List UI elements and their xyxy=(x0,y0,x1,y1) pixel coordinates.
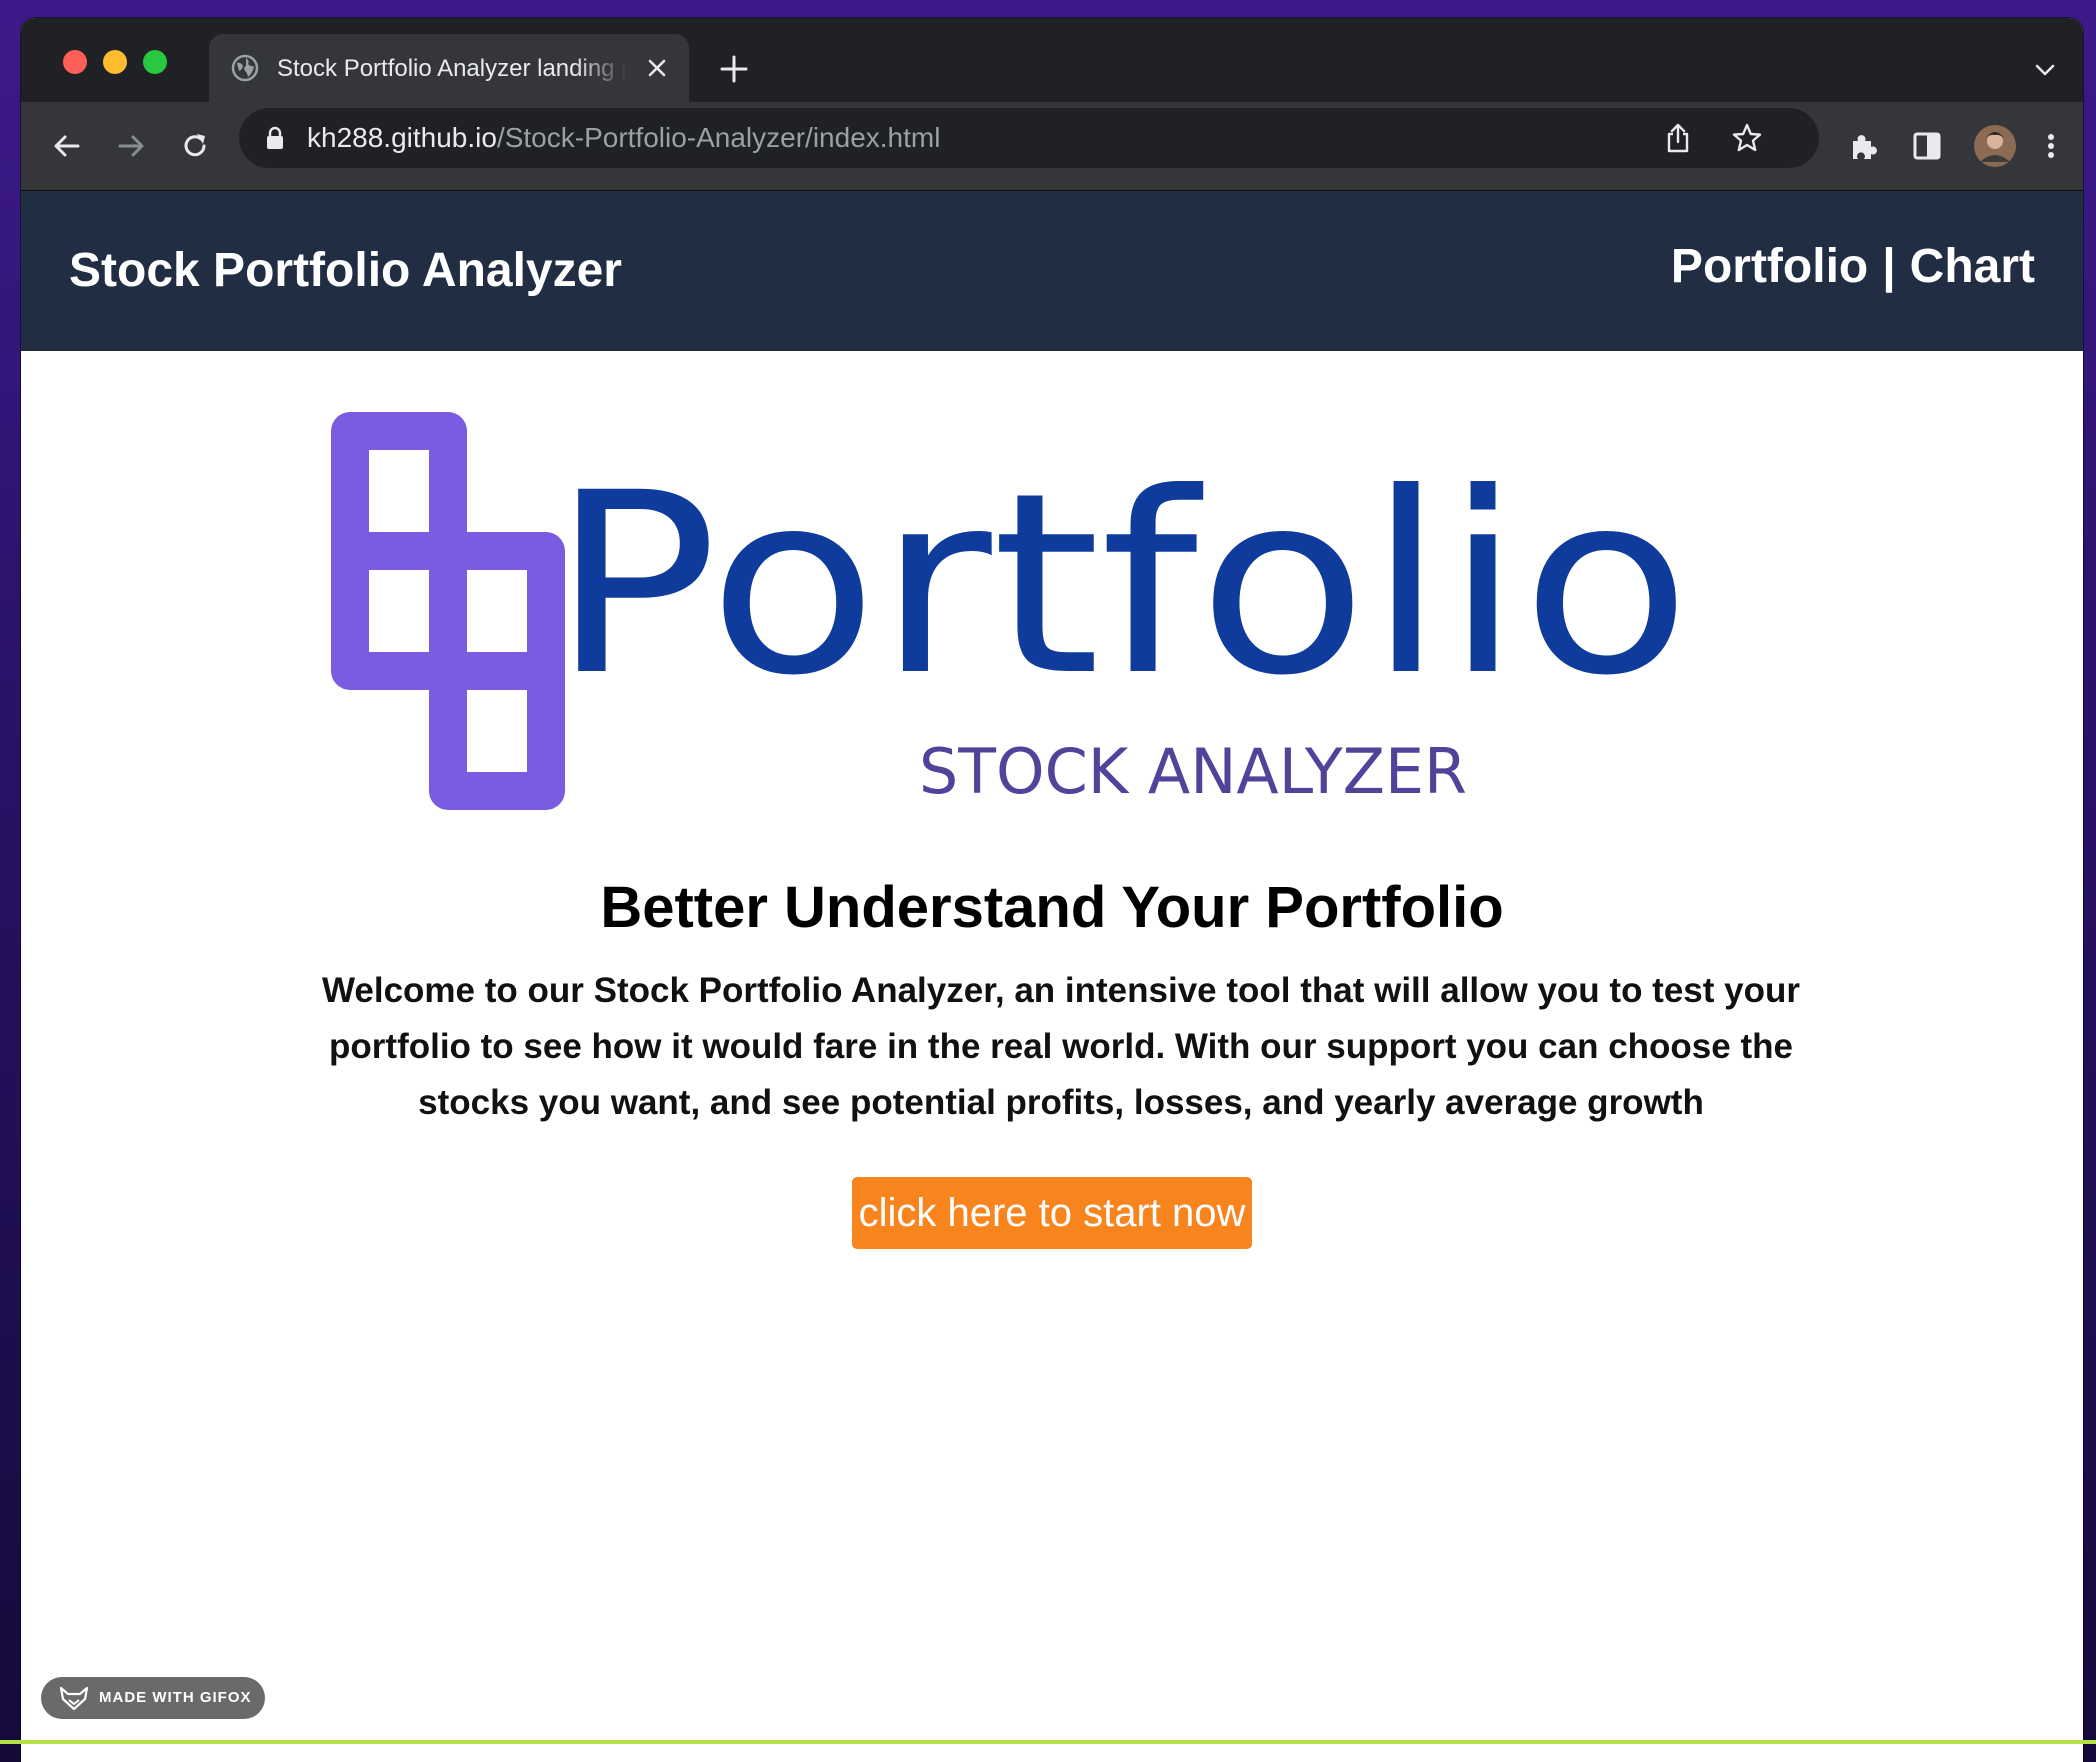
minimize-window-button[interactable] xyxy=(103,50,127,74)
forward-arrow-icon[interactable] xyxy=(115,130,147,162)
logo-word: Portfolio xyxy=(551,439,1691,730)
side-panel-icon[interactable] xyxy=(1911,130,1943,162)
hero-description-line: portfolio to see how it would fare in th… xyxy=(329,1027,1793,1066)
web-page: Stock Portfolio Analyzer Portfolio | Chart… xyxy=(21,191,2083,1762)
reload-icon[interactable] xyxy=(179,130,211,162)
site-header: Stock Portfolio Analyzer Portfolio | Chart xyxy=(21,191,2083,351)
chevron-down-icon[interactable] xyxy=(2033,58,2057,82)
globe-icon xyxy=(231,54,259,82)
tab-strip: Stock Portfolio Analyzer landing page xyxy=(21,18,2083,102)
logo-grid-icon xyxy=(331,412,565,810)
profile-avatar[interactable] xyxy=(1973,124,2017,168)
share-icon[interactable] xyxy=(1663,122,1693,154)
address-url[interactable]: kh288.github.io/Stock-Portfolio-Analyzer… xyxy=(307,120,940,156)
url-host: kh288.github.io xyxy=(307,122,497,153)
hero-description: Welcome to our Stock Portfolio Analyzer,… xyxy=(311,963,1811,1131)
fox-icon xyxy=(59,1686,89,1710)
maximize-window-button[interactable] xyxy=(143,50,167,74)
address-bar[interactable]: kh288.github.io/Stock-Portfolio-Analyzer… xyxy=(239,108,1819,168)
logo-tagline: STOCK ANALYZER xyxy=(919,735,1467,808)
gifox-label: MADE WITH GIFOX xyxy=(99,1689,252,1706)
close-window-button[interactable] xyxy=(63,50,87,74)
gifox-watermark: MADE WITH GIFOX xyxy=(41,1677,265,1719)
url-path: /Stock-Portfolio-Analyzer/index.html xyxy=(496,122,941,153)
hero-description-line: stocks you want, and see potential profi… xyxy=(418,1083,1704,1122)
browser-tab-active[interactable]: Stock Portfolio Analyzer landing page xyxy=(209,34,689,102)
bookmark-star-icon[interactable] xyxy=(1731,122,1763,154)
site-nav: Portfolio | Chart xyxy=(1671,239,2035,295)
back-arrow-icon[interactable] xyxy=(51,130,83,162)
lock-icon xyxy=(267,126,283,149)
nav-link-chart[interactable]: Chart xyxy=(1910,239,2035,295)
site-title: Stock Portfolio Analyzer xyxy=(69,244,622,297)
portfolio-logo: Portfolio STOCK ANALYZER xyxy=(331,412,1691,810)
more-menu-icon[interactable] xyxy=(2035,130,2067,162)
bottom-accent-line xyxy=(0,1740,2096,1744)
new-tab-icon[interactable] xyxy=(719,54,749,84)
nav-link-portfolio[interactable]: Portfolio xyxy=(1671,239,1868,295)
close-tab-icon[interactable] xyxy=(643,54,671,82)
extensions-puzzle-icon[interactable] xyxy=(1847,130,1879,162)
browser-window: Stock Portfolio Analyzer landing page xyxy=(21,18,2083,1762)
tab-title: Stock Portfolio Analyzer landing page xyxy=(277,55,627,82)
hero-description-line: Welcome to our Stock Portfolio Analyzer,… xyxy=(322,971,1800,1010)
start-now-button[interactable]: click here to start now xyxy=(852,1177,1252,1249)
hero-title: Better Understand Your Portfolio xyxy=(600,875,1504,940)
browser-toolbar: kh288.github.io/Stock-Portfolio-Analyzer… xyxy=(21,102,2083,191)
nav-separator: | xyxy=(1882,240,1896,293)
